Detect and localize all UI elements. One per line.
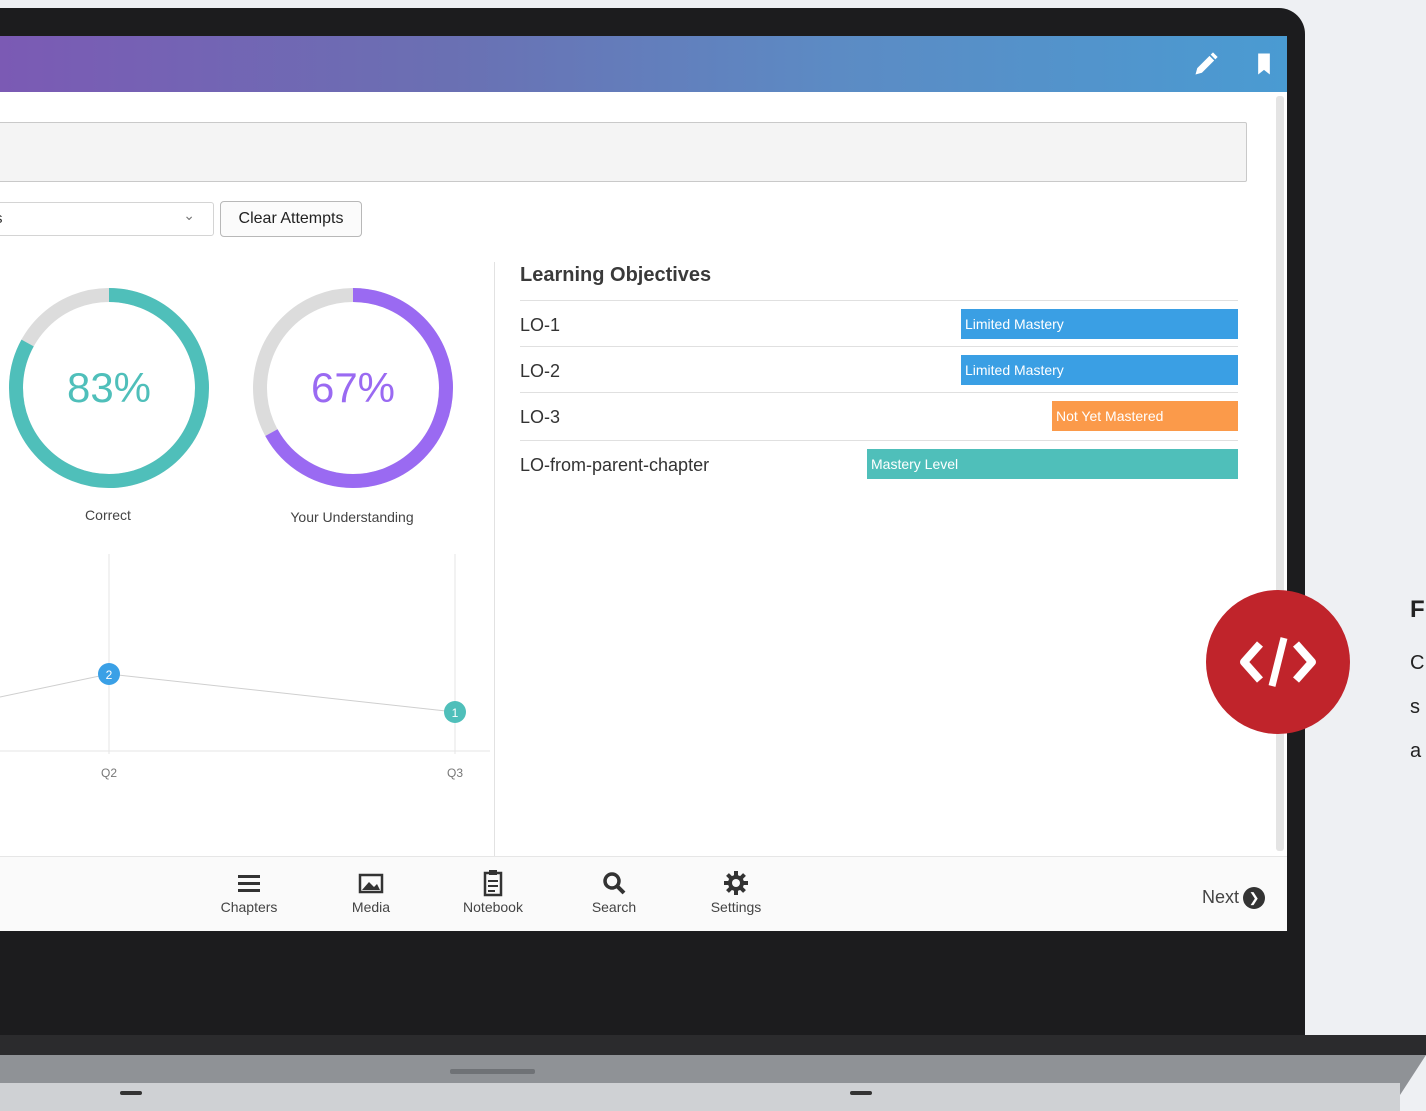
code-icon bbox=[1240, 637, 1316, 687]
lo-name: LO-1 bbox=[520, 315, 561, 335]
search-icon bbox=[603, 872, 626, 895]
understanding-label: Your Understanding bbox=[290, 509, 414, 525]
chart-point-label-q2: 2 bbox=[106, 668, 113, 682]
lo-status-bar: Limited Mastery bbox=[961, 355, 1238, 385]
nav-media[interactable]: Media bbox=[326, 867, 416, 915]
image-icon bbox=[358, 873, 384, 894]
side-line-3: a bbox=[1410, 740, 1422, 762]
attempt-select[interactable]: s ⌄ bbox=[0, 202, 214, 236]
next-label: Next bbox=[1202, 887, 1240, 907]
clear-attempts-button[interactable]: Clear Attempts bbox=[220, 201, 362, 237]
lo-row: LO-from-parent-chapter Mastery Level bbox=[520, 440, 1238, 487]
lo-name: LO-2 bbox=[520, 361, 561, 381]
chevron-down-icon: ⌄ bbox=[183, 207, 195, 223]
nav-search[interactable]: Search bbox=[569, 867, 659, 915]
app-screen: s ⌄ Clear Attempts 83% Correct 67% Your … bbox=[0, 36, 1287, 931]
correct-label: Correct bbox=[85, 507, 131, 523]
learning-objectives-title: Learning Objectives bbox=[520, 264, 712, 286]
understanding-percent: 67% bbox=[310, 364, 396, 411]
menu-icon bbox=[238, 875, 260, 892]
code-badge bbox=[1206, 590, 1350, 734]
lo-name: LO-from-parent-chapter bbox=[520, 455, 710, 475]
nav-settings[interactable]: Settings bbox=[691, 867, 781, 915]
correct-percent: 83% bbox=[66, 364, 152, 411]
nav-notebook[interactable]: Notebook bbox=[448, 867, 538, 915]
search-field[interactable] bbox=[0, 122, 1247, 182]
next-button[interactable]: Next ❯ bbox=[1202, 887, 1266, 910]
nav-label: Settings bbox=[710, 899, 762, 915]
nav-label: Media bbox=[351, 899, 391, 915]
nav-label: Notebook bbox=[463, 899, 523, 915]
gear-icon bbox=[724, 871, 748, 895]
bottom-nav: Chapters Media Notebook Search Settings … bbox=[0, 856, 1287, 931]
chevron-right-icon: ❯ bbox=[1243, 887, 1266, 910]
laptop-base bbox=[0, 1035, 1426, 1111]
side-line-1: C bbox=[1410, 652, 1425, 674]
chart-point-label-q3: 1 bbox=[452, 706, 459, 720]
nav-chapters[interactable]: Chapters bbox=[204, 867, 294, 915]
chart-x-tick-q3: Q3 bbox=[447, 766, 463, 780]
top-bar bbox=[0, 36, 1287, 92]
side-heading: F bbox=[1410, 596, 1425, 623]
chart-x-tick-q2: Q2 bbox=[101, 766, 117, 780]
nav-label: Chapters bbox=[220, 899, 278, 915]
vertical-scrollbar[interactable] bbox=[1276, 96, 1284, 851]
nav-label: Search bbox=[591, 899, 637, 915]
lo-row: LO-1 Limited Mastery bbox=[520, 300, 1238, 347]
clipboard-icon bbox=[483, 870, 503, 897]
lo-status-bar: Mastery Level bbox=[867, 449, 1238, 479]
side-line-2: s bbox=[1410, 696, 1420, 718]
pencil-icon[interactable] bbox=[1192, 50, 1220, 78]
select-value: s bbox=[0, 210, 3, 227]
panel-divider bbox=[494, 262, 495, 858]
lo-status-bar: Limited Mastery bbox=[961, 309, 1238, 339]
attempts-chart: 2 1 Q2 Q3 bbox=[0, 554, 490, 780]
lo-row: LO-2 Limited Mastery bbox=[520, 346, 1238, 393]
lo-name: LO-3 bbox=[520, 407, 561, 427]
lo-row: LO-3 Not Yet Mastered bbox=[520, 392, 1238, 439]
bookmark-icon[interactable] bbox=[1250, 50, 1278, 78]
lo-status-bar: Not Yet Mastered bbox=[1052, 401, 1238, 431]
